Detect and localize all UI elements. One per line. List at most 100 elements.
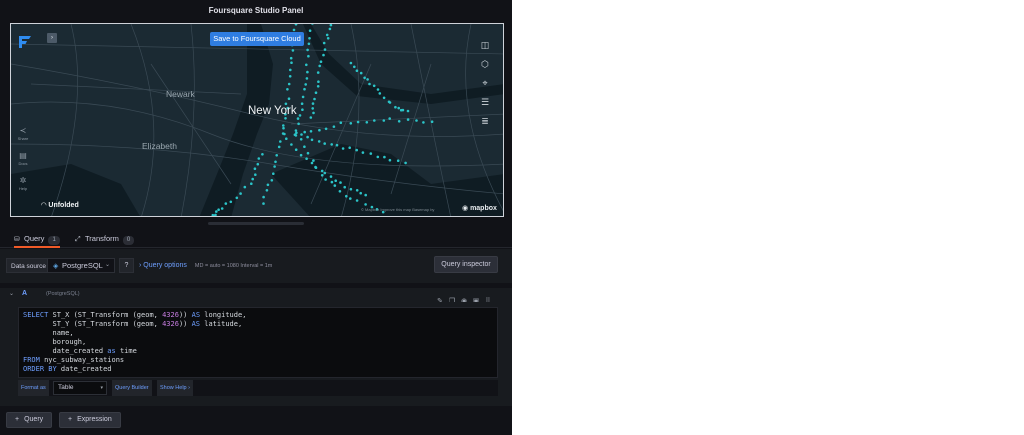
mapbox-logo: ◉ mapbox xyxy=(462,205,497,212)
query-options-bar: Format as Table ▾ Query Builder Show Hel… xyxy=(18,380,498,396)
query-options-label: › Query options xyxy=(139,262,187,269)
query-inspector-button[interactable]: Query inspector xyxy=(434,256,498,273)
split-map-icon[interactable]: ◫ xyxy=(478,38,492,57)
map-canvas[interactable] xyxy=(11,24,504,217)
station-point xyxy=(338,190,342,193)
station-point xyxy=(251,177,254,181)
query-options-meta: MD = auto = 1080 Interval = 1m xyxy=(194,263,273,269)
sql-code-editor[interactable]: SELECT ST_X (ST_Transform (geom, 4326)) … xyxy=(18,307,498,378)
station-point xyxy=(356,120,360,124)
station-point xyxy=(316,85,320,88)
station-point xyxy=(283,132,286,136)
map-label-elizabeth: Elizabeth xyxy=(142,141,177,151)
station-point xyxy=(287,97,291,100)
station-point xyxy=(396,159,400,162)
format-as-label: Format as xyxy=(18,380,49,396)
station-point xyxy=(318,128,321,132)
station-point xyxy=(401,108,405,112)
station-point xyxy=(291,49,295,52)
sql-line: ST_Y (ST_Transform (geom, 4326)) AS lati… xyxy=(23,320,243,328)
station-point xyxy=(353,65,356,69)
show-help-button[interactable]: Show Help › xyxy=(157,380,193,396)
station-point xyxy=(332,125,336,128)
station-point xyxy=(300,133,303,136)
station-point xyxy=(397,120,401,123)
station-point xyxy=(324,127,328,131)
station-point xyxy=(328,27,332,31)
station-point xyxy=(372,84,376,88)
station-point xyxy=(215,210,218,213)
station-point xyxy=(298,114,302,117)
station-point xyxy=(300,102,304,105)
station-point xyxy=(325,33,329,37)
add-expression-button[interactable]: + Expression xyxy=(59,412,121,428)
query-builder-button[interactable]: Query Builder xyxy=(112,380,152,396)
station-point xyxy=(308,29,312,32)
map-tool-share[interactable]: ≺ Share xyxy=(15,126,31,151)
station-point xyxy=(301,95,305,99)
station-point xyxy=(250,182,253,185)
3d-cube-icon[interactable]: ⬡ xyxy=(478,57,492,76)
station-point xyxy=(310,138,314,142)
foursquare-logo-icon xyxy=(19,36,31,48)
add-query-button[interactable]: + Query xyxy=(6,412,53,428)
draw-icon[interactable]: ⌖ xyxy=(478,76,492,95)
tab-count-badge: 0 xyxy=(122,236,135,245)
station-point xyxy=(307,42,311,46)
query-options-toggle[interactable]: › Query options MD = auto = 1080 Interval… xyxy=(139,258,272,273)
format-as-select[interactable]: Table ▾ xyxy=(53,381,107,395)
station-point xyxy=(312,111,315,115)
share-icon: ≺ xyxy=(19,126,27,135)
station-point xyxy=(373,119,376,122)
datasource-help-button[interactable]: ? xyxy=(119,258,134,273)
map-label-new-york: New York xyxy=(248,105,297,117)
station-point xyxy=(217,208,220,211)
legend-icon[interactable]: ☰ xyxy=(478,95,492,114)
collapse-chevron-icon[interactable]: ⌄ xyxy=(9,290,14,297)
station-point xyxy=(343,185,347,189)
panel-resize-handle[interactable] xyxy=(208,222,304,225)
station-point xyxy=(322,53,325,57)
station-point xyxy=(290,61,293,64)
sql-line: FROM nyc_subway_stations xyxy=(23,356,125,364)
database-icon: ⛁ xyxy=(14,236,20,243)
map-view[interactable]: › Save to Foursquare Cloud Newark New Yo… xyxy=(10,23,504,217)
layers-icon[interactable]: ≣ xyxy=(478,114,492,133)
station-point xyxy=(282,126,285,130)
tab-count-badge: 1 xyxy=(48,236,60,245)
map-tool-docs[interactable]: ▤ Docs xyxy=(15,151,31,176)
station-point xyxy=(349,197,352,200)
query-letter[interactable]: A xyxy=(22,290,27,297)
station-point xyxy=(306,135,309,139)
station-point xyxy=(355,69,359,72)
tab-transform[interactable]: ⤢ Transform 0 xyxy=(75,232,135,248)
tab-query[interactable]: ⛁ Query 1 xyxy=(14,232,60,248)
station-point xyxy=(394,105,397,109)
map-tool-help[interactable]: ✲ Help xyxy=(15,176,31,201)
station-point xyxy=(335,143,339,147)
station-point xyxy=(309,130,313,133)
plus-icon: + xyxy=(68,416,73,423)
station-point xyxy=(305,77,309,80)
station-point xyxy=(366,78,369,81)
station-point xyxy=(262,195,265,199)
datasource-select[interactable]: ◈ PostgreSQL ⌄ xyxy=(47,258,115,273)
map-attribution[interactable]: © Mapbox Improve this map Basemap by xyxy=(361,207,434,212)
station-point xyxy=(319,60,323,63)
save-to-cloud-button[interactable]: Save to Foursquare Cloud xyxy=(210,32,304,46)
map-tool-label: Help xyxy=(18,186,28,191)
station-point xyxy=(388,101,392,104)
station-point xyxy=(253,167,257,170)
station-point xyxy=(364,203,367,206)
station-point xyxy=(301,108,304,111)
station-point xyxy=(415,119,418,122)
expand-sidebar-button[interactable]: › xyxy=(47,33,57,43)
station-point xyxy=(316,71,320,74)
station-point xyxy=(406,118,410,121)
station-point xyxy=(306,48,309,52)
station-point xyxy=(368,82,371,86)
station-point xyxy=(349,122,353,125)
station-point xyxy=(397,106,401,110)
station-point xyxy=(326,37,330,40)
station-point xyxy=(297,122,300,126)
